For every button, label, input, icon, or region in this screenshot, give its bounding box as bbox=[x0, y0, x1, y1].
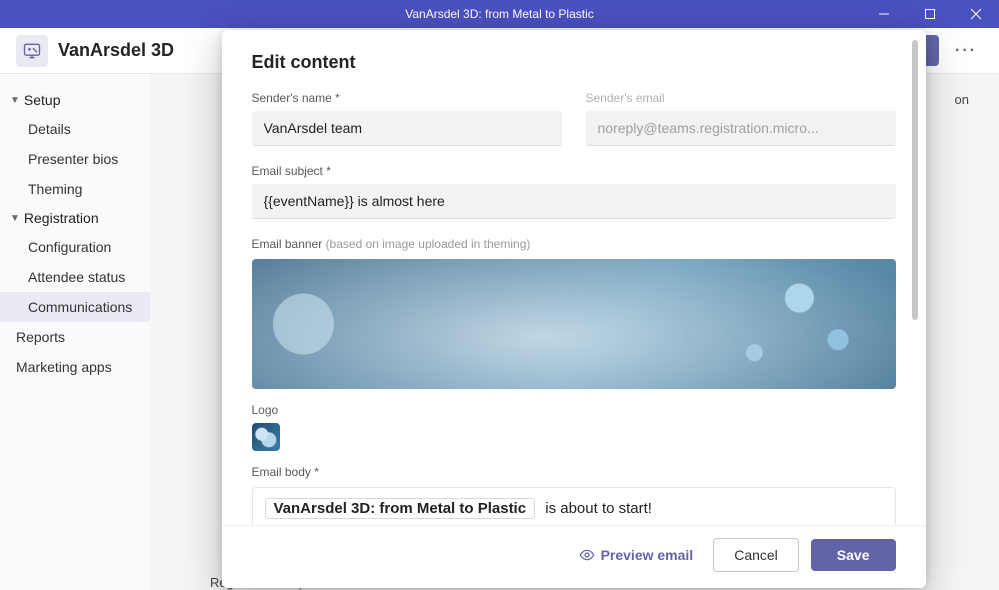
email-body-label: Email body * bbox=[252, 465, 896, 479]
sender-email-label: Sender's email bbox=[586, 91, 896, 105]
sender-name-input[interactable] bbox=[252, 111, 562, 146]
email-subject-label: Email subject * bbox=[252, 164, 896, 178]
dialog-scrollbar[interactable] bbox=[912, 40, 918, 320]
logo-thumbnail[interactable] bbox=[252, 423, 280, 451]
sidebar-group-registration[interactable]: ▼ Registration bbox=[0, 204, 150, 232]
dialog-body: Edit content Sender's name * Sender's em… bbox=[222, 30, 926, 525]
sidebar-item-attendee-status[interactable]: Attendee status bbox=[0, 262, 150, 292]
caret-down-icon: ▼ bbox=[10, 213, 20, 224]
sidebar-group-registration-label: Registration bbox=[24, 210, 99, 226]
email-body-text: is about to start! bbox=[545, 500, 652, 517]
dialog-title: Edit content bbox=[252, 52, 896, 73]
sidebar: ▼ Setup Details Presenter bios Theming ▼… bbox=[0, 74, 150, 590]
email-banner-label-text: Email banner bbox=[252, 237, 323, 251]
email-body-editor[interactable]: VanArsdel 3D: from Metal to Plastic is a… bbox=[252, 487, 896, 525]
more-options-button[interactable]: ··· bbox=[949, 38, 983, 64]
window-title: VanArsdel 3D: from Metal to Plastic bbox=[405, 7, 594, 21]
page-title: VanArsdel 3D bbox=[58, 40, 174, 61]
sidebar-item-details[interactable]: Details bbox=[0, 114, 150, 144]
maximize-icon bbox=[924, 8, 936, 20]
sidebar-item-theming[interactable]: Theming bbox=[0, 174, 150, 204]
modal-overlay: Edit content Sender's name * Sender's em… bbox=[148, 30, 999, 590]
sidebar-item-configuration[interactable]: Configuration bbox=[0, 232, 150, 262]
minimize-button[interactable] bbox=[861, 0, 907, 28]
cancel-button[interactable]: Cancel bbox=[713, 538, 799, 572]
sidebar-item-marketing-apps[interactable]: Marketing apps bbox=[0, 352, 150, 382]
dialog-footer: Preview email Cancel Save bbox=[222, 525, 926, 588]
sender-name-label: Sender's name * bbox=[252, 91, 562, 105]
edit-content-dialog: Edit content Sender's name * Sender's em… bbox=[222, 30, 926, 588]
preview-email-label: Preview email bbox=[601, 547, 694, 563]
minimize-icon bbox=[878, 8, 890, 20]
event-name-token[interactable]: VanArsdel 3D: from Metal to Plastic bbox=[265, 498, 536, 519]
email-banner-hint: (based on image uploaded in theming) bbox=[326, 237, 531, 251]
email-subject-input[interactable] bbox=[252, 184, 896, 219]
title-bar: VanArsdel 3D: from Metal to Plastic bbox=[0, 0, 999, 28]
window-controls bbox=[861, 0, 999, 28]
email-banner-image bbox=[252, 259, 896, 389]
email-banner-label: Email banner (based on image uploaded in… bbox=[252, 237, 896, 251]
sidebar-item-communications[interactable]: Communications bbox=[0, 292, 150, 322]
close-icon bbox=[970, 8, 982, 20]
eye-icon bbox=[579, 547, 595, 563]
sidebar-group-setup[interactable]: ▼ Setup bbox=[0, 86, 150, 114]
sidebar-group-setup-label: Setup bbox=[24, 92, 61, 108]
sidebar-item-reports[interactable]: Reports bbox=[0, 322, 150, 352]
close-button[interactable] bbox=[953, 0, 999, 28]
app-icon bbox=[16, 35, 48, 67]
maximize-button[interactable] bbox=[907, 0, 953, 28]
sender-email-input bbox=[586, 111, 896, 146]
preview-email-link[interactable]: Preview email bbox=[579, 547, 694, 563]
presentation-icon bbox=[22, 41, 42, 61]
sidebar-item-presenter-bios[interactable]: Presenter bios bbox=[0, 144, 150, 174]
save-button[interactable]: Save bbox=[811, 539, 896, 571]
caret-down-icon: ▼ bbox=[10, 95, 20, 106]
logo-label: Logo bbox=[252, 403, 896, 417]
